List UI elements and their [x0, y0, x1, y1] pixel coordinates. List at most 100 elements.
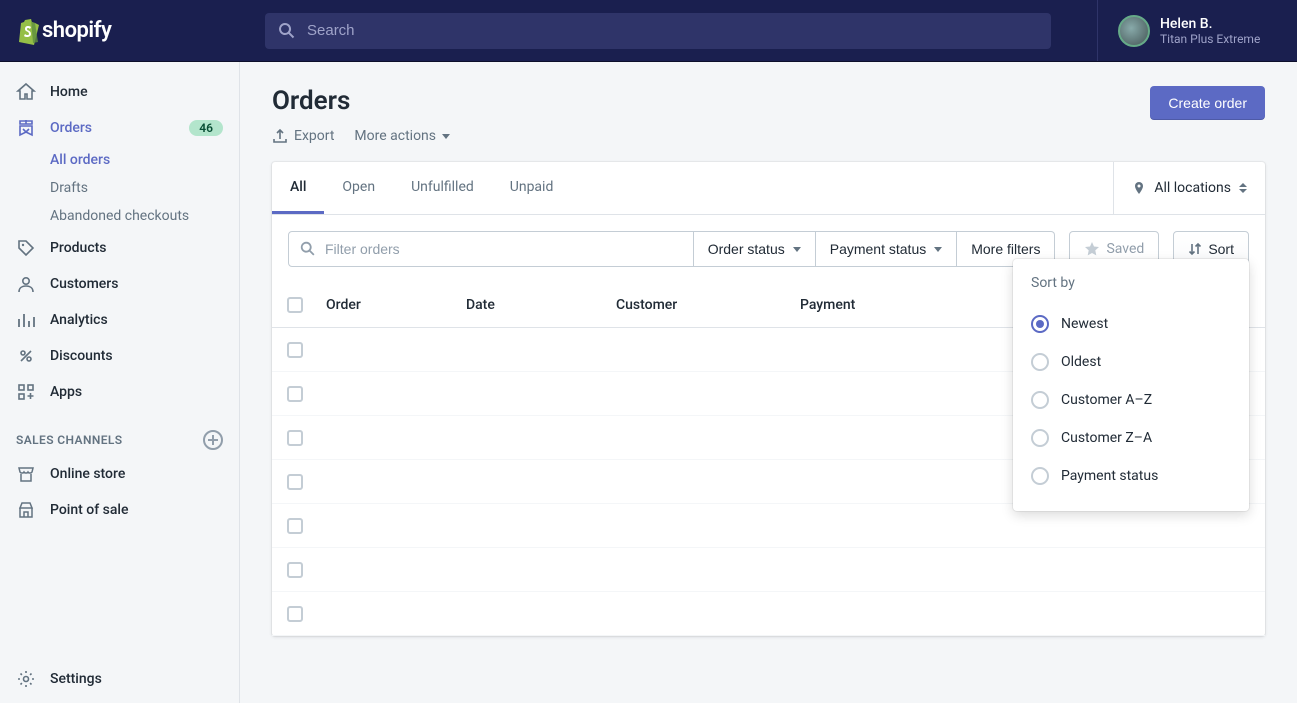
sort-popover-title: Sort by [1031, 275, 1231, 291]
sort-option[interactable]: Oldest [1031, 343, 1231, 381]
online-store-icon [16, 464, 36, 484]
column-payment[interactable]: Payment [792, 283, 952, 327]
subnav-all-orders[interactable]: All orders [50, 146, 239, 174]
table-row[interactable] [272, 592, 1265, 636]
order-status-filter[interactable]: Order status [694, 231, 816, 267]
sidebar-item-label: Analytics [50, 312, 223, 328]
row-checkbox[interactable] [287, 430, 303, 446]
sidebar-item-settings[interactable]: Settings [0, 655, 239, 703]
user-menu[interactable]: Helen B. Titan Plus Extreme [1097, 0, 1297, 61]
sidebar-item-customers[interactable]: Customers [0, 266, 239, 302]
sort-popover: Sort by Newest Oldest Customer A–Z Customer… [1013, 259, 1249, 511]
store-name: Titan Plus Extreme [1160, 32, 1260, 46]
orders-badge: 46 [189, 120, 223, 136]
row-checkbox[interactable] [287, 474, 303, 490]
sidebar-item-label: Point of sale [50, 502, 223, 518]
sidebar-item-home[interactable]: Home [0, 74, 239, 110]
discounts-icon [16, 346, 36, 366]
products-icon [16, 238, 36, 258]
sidebar-item-discounts[interactable]: Discounts [0, 338, 239, 374]
sidebar-item-label: Customers [50, 276, 223, 292]
search-box[interactable] [265, 13, 1051, 49]
sort-option-label: Customer A–Z [1061, 392, 1152, 408]
sidebar-item-label: Apps [50, 384, 223, 400]
orders-card: All Open Unfulfilled Unpaid All location… [272, 162, 1265, 636]
filter-label: Order status [708, 241, 785, 257]
tab-unfulfilled[interactable]: Unfulfilled [393, 163, 492, 214]
logo[interactable]: shopify [0, 17, 249, 45]
export-button[interactable]: Export [272, 128, 334, 144]
create-order-button[interactable]: Create order [1150, 86, 1265, 120]
table-row[interactable] [272, 548, 1265, 592]
customers-icon [16, 274, 36, 294]
search-container [249, 13, 1097, 49]
settings-label: Settings [50, 671, 102, 687]
tab-open[interactable]: Open [324, 163, 393, 214]
column-order[interactable]: Order [318, 283, 458, 327]
row-checkbox[interactable] [287, 518, 303, 534]
more-actions-button[interactable]: More actions [354, 128, 450, 144]
sort-option[interactable]: Newest [1031, 305, 1231, 343]
location-picker[interactable]: All locations [1113, 162, 1265, 214]
filter-label: Payment status [830, 241, 927, 257]
analytics-icon [16, 310, 36, 330]
sidebar-item-pos[interactable]: Point of sale [0, 492, 239, 528]
payment-status-filter[interactable]: Payment status [816, 231, 958, 267]
sidebar-item-label: Home [50, 84, 223, 100]
chevron-down-icon [793, 247, 801, 252]
user-info: Helen B. Titan Plus Extreme [1160, 16, 1260, 46]
sidebar-item-label: Discounts [50, 348, 223, 364]
saved-label: Saved [1106, 241, 1144, 257]
tab-all[interactable]: All [272, 163, 324, 214]
row-checkbox[interactable] [287, 342, 303, 358]
gear-icon [16, 669, 36, 689]
orders-subnav: All orders Drafts Abandoned checkouts [0, 146, 239, 230]
sort-label: Sort [1208, 241, 1234, 257]
radio-icon [1031, 391, 1049, 409]
sidebar-item-label: Online store [50, 466, 223, 482]
filter-orders-input[interactable] [325, 241, 683, 257]
sidebar-item-products[interactable]: Products [0, 230, 239, 266]
search-input[interactable] [307, 22, 1039, 39]
filter-search[interactable] [288, 231, 694, 267]
page-title: Orders [272, 86, 450, 116]
star-icon [1084, 241, 1100, 257]
subnav-drafts[interactable]: Drafts [50, 174, 239, 202]
search-icon [299, 240, 317, 258]
row-checkbox[interactable] [287, 562, 303, 578]
sidebar: Home Orders 46 All orders Drafts Abandon… [0, 62, 240, 703]
chevron-down-icon [442, 134, 450, 139]
orders-icon [16, 118, 36, 138]
column-customer[interactable]: Customer [608, 283, 792, 327]
sidebar-item-label: Orders [50, 120, 175, 136]
sales-channels-label: SALES CHANNELS [16, 433, 123, 447]
add-channel-icon[interactable] [203, 430, 223, 450]
export-label: Export [294, 128, 334, 144]
sidebar-item-label: Products [50, 240, 223, 256]
select-all-checkbox[interactable] [287, 297, 303, 313]
shopify-bag-icon [16, 17, 40, 45]
row-checkbox[interactable] [287, 386, 303, 402]
radio-icon [1031, 315, 1049, 333]
column-date[interactable]: Date [458, 283, 608, 327]
card-tabs: All Open Unfulfilled Unpaid All location… [272, 162, 1265, 215]
subnav-abandoned[interactable]: Abandoned checkouts [50, 202, 239, 230]
sidebar-item-online-store[interactable]: Online store [0, 456, 239, 492]
sort-icon [1188, 242, 1202, 256]
sidebar-item-analytics[interactable]: Analytics [0, 302, 239, 338]
sort-option-label: Oldest [1061, 354, 1101, 370]
main-content: Orders Export More actions Create order [240, 62, 1297, 703]
sort-option[interactable]: Customer A–Z [1031, 381, 1231, 419]
radio-icon [1031, 353, 1049, 371]
sort-option[interactable]: Customer Z–A [1031, 419, 1231, 457]
chevron-down-icon [934, 247, 942, 252]
sidebar-item-orders[interactable]: Orders 46 [0, 110, 239, 146]
tab-unpaid[interactable]: Unpaid [492, 163, 572, 214]
sort-option-label: Customer Z–A [1061, 430, 1152, 446]
sidebar-item-apps[interactable]: Apps [0, 374, 239, 410]
radio-icon [1031, 429, 1049, 447]
row-checkbox[interactable] [287, 606, 303, 622]
user-name: Helen B. [1160, 16, 1260, 32]
logo-text: shopify [42, 18, 111, 43]
sort-option[interactable]: Payment status [1031, 457, 1231, 495]
